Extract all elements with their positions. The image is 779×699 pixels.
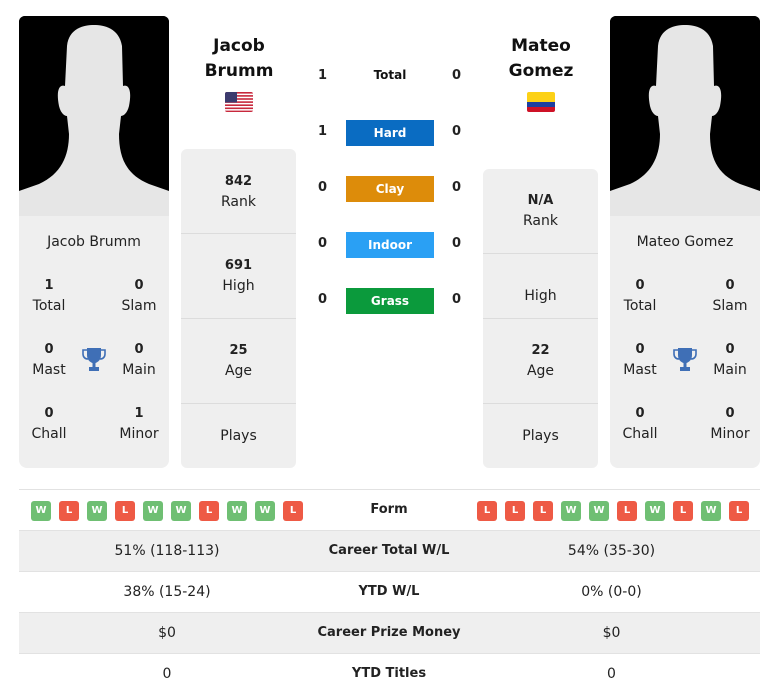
table-row: 51% (118-113) Career Total W/L 54% (35-3… — [19, 530, 760, 571]
us-flag-icon — [225, 92, 253, 112]
form-win-badge[interactable]: W — [701, 501, 721, 521]
titles-card-right: Mateo Gomez 0 Total 0 Slam 0 Mast 0 Main 0 Ch… — [610, 216, 760, 468]
form-win-badge[interactable]: W — [171, 501, 191, 521]
stat-rank: N/A Rank — [523, 193, 558, 229]
h2h-indoor-row: 0 Indoor 0 — [310, 232, 470, 258]
form-label: Form — [370, 502, 408, 517]
silhouette-icon — [19, 16, 169, 216]
stats-panel-right: N/A Rank High 22 Age Plays — [483, 169, 598, 468]
titles-total: 1 Total — [32, 278, 66, 314]
stat-plays: Plays — [181, 403, 296, 468]
stat-age: 25 Age — [181, 318, 296, 403]
h2h-clay-row: 0 Clay 0 — [310, 176, 470, 202]
titles-minor: 0 Minor — [710, 406, 750, 442]
form-win-badge[interactable]: W — [255, 501, 275, 521]
stats-panel-left: 842 Rank 691 High 25 Age Plays — [181, 149, 296, 468]
form-win-badge[interactable]: W — [561, 501, 581, 521]
form-badges-left: WLWLWWLWWL — [31, 501, 303, 521]
titles-chall: 0 Chall — [622, 406, 658, 442]
h2h-total-row: 1 Total 0 — [318, 68, 462, 83]
form-row: WLWLWWLWWL Form LLLWWLWLWL — [19, 489, 760, 530]
titles-mast: 0 Mast — [623, 342, 657, 378]
form-loss-badge[interactable]: L — [505, 501, 525, 521]
form-loss-badge[interactable]: L — [115, 501, 135, 521]
table-row: $0 Career Prize Money $0 — [19, 612, 760, 653]
h2h-hard-row: 1 Hard 0 — [310, 120, 470, 146]
player-name-left[interactable]: Jacob Brumm — [19, 234, 169, 250]
table-row: 0 YTD Titles 0 — [19, 653, 760, 694]
form-win-badge[interactable]: W — [589, 501, 609, 521]
form-loss-badge[interactable]: L — [283, 501, 303, 521]
titles-main: 0 Main — [713, 342, 747, 378]
stat-age: 22 Age — [483, 318, 598, 403]
titles-slam: 0 Slam — [121, 278, 157, 314]
form-loss-badge[interactable]: L — [729, 501, 749, 521]
titles-total: 0 Total — [623, 278, 657, 314]
form-win-badge[interactable]: W — [227, 501, 247, 521]
table-row: 38% (15-24) YTD W/L 0% (0-0) — [19, 571, 760, 612]
player-photo-left — [19, 16, 169, 216]
player-photo-right — [610, 16, 760, 216]
form-win-badge[interactable]: W — [645, 501, 665, 521]
form-loss-badge[interactable]: L — [533, 501, 553, 521]
silhouette-icon — [610, 16, 760, 216]
titles-chall: 0 Chall — [31, 406, 67, 442]
player-name-right[interactable]: Mateo Gomez — [610, 234, 760, 250]
h2h-grass-row: 0 Grass 0 — [310, 288, 470, 314]
form-loss-badge[interactable]: L — [59, 501, 79, 521]
surface-grass-badge[interactable]: Grass — [346, 288, 434, 314]
trophy-icon — [82, 348, 106, 371]
form-win-badge[interactable]: W — [143, 501, 163, 521]
titles-card-left: Jacob Brumm 1 Total 0 Slam 0 Mast 0 Main 0 Ch… — [19, 216, 169, 468]
surface-indoor-badge[interactable]: Indoor — [346, 232, 434, 258]
stat-plays: Plays — [483, 403, 598, 468]
titles-mast: 0 Mast — [32, 342, 66, 378]
form-loss-badge[interactable]: L — [673, 501, 693, 521]
surface-clay-badge[interactable]: Clay — [346, 176, 434, 202]
form-win-badge[interactable]: W — [87, 501, 107, 521]
stat-rank: 842 Rank — [221, 173, 256, 210]
player-heading-left[interactable]: Jacob Brumm — [181, 34, 297, 84]
titles-slam: 0 Slam — [712, 278, 748, 314]
trophy-icon — [673, 348, 697, 371]
colombia-flag-icon — [527, 92, 555, 112]
form-win-badge[interactable]: W — [31, 501, 51, 521]
player-heading-right[interactable]: Mateo Gomez — [483, 34, 599, 84]
form-loss-badge[interactable]: L — [477, 501, 497, 521]
stat-high: 691 High — [181, 233, 296, 318]
form-badges-right: LLLWWLWLWL — [477, 501, 749, 521]
titles-minor: 1 Minor — [119, 406, 159, 442]
form-loss-badge[interactable]: L — [199, 501, 219, 521]
surface-hard-badge[interactable]: Hard — [346, 120, 434, 146]
comparison-table: WLWLWWLWWL Form LLLWWLWLWL 51% (118-113)… — [19, 489, 760, 694]
form-loss-badge[interactable]: L — [617, 501, 637, 521]
titles-main: 0 Main — [122, 342, 156, 378]
